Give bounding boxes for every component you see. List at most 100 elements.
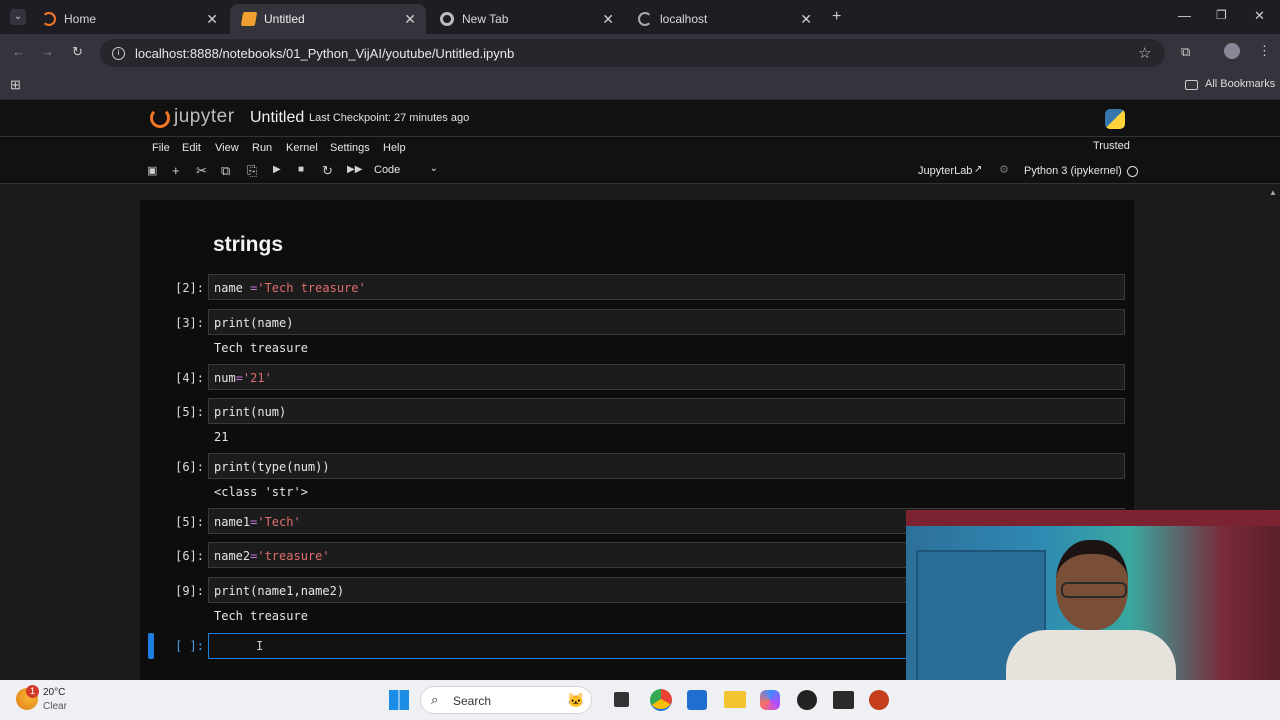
code-cell-input[interactable]: print(name) xyxy=(208,309,1125,335)
forward-arrow-icon[interactable]: → xyxy=(41,44,54,59)
python-logo-icon xyxy=(1105,109,1125,129)
cell-type-select[interactable]: Code ⌄ xyxy=(374,163,440,180)
notebook-favicon-icon xyxy=(240,12,258,26)
url-field[interactable]: i localhost:8888/notebooks/01_Python_Vij… xyxy=(100,39,1165,67)
kernel-status-circle-icon xyxy=(1127,166,1138,177)
code-cell-input[interactable]: name ='Tech treasure' xyxy=(208,274,1125,300)
cell-prompt: [9]: xyxy=(175,584,204,598)
menu-view[interactable]: View xyxy=(215,142,239,154)
scroll-up-arrow-icon[interactable]: ▲ xyxy=(1269,188,1277,197)
reload-icon[interactable]: ↻ xyxy=(72,44,83,60)
task-view-icon[interactable] xyxy=(614,692,629,707)
search-icon: ⌕ xyxy=(431,692,439,707)
weather-badge: 1 xyxy=(26,685,39,698)
paste-clipboard-icon[interactable]: ⎘ xyxy=(247,163,257,179)
jupyterlab-link[interactable]: JupyterLab xyxy=(918,165,972,177)
menu-settings[interactable]: Settings xyxy=(330,142,370,154)
jupyter-logo-text[interactable]: jupyter xyxy=(174,106,235,128)
windows-start-icon[interactable] xyxy=(389,690,409,710)
back-arrow-icon[interactable]: ← xyxy=(12,44,25,59)
code-cell-input[interactable]: print(type(num)) xyxy=(208,453,1125,479)
chrome-favicon-icon xyxy=(440,12,454,26)
chevron-down-icon: ⌄ xyxy=(429,163,438,174)
run-play-icon[interactable]: ▶ xyxy=(273,164,281,175)
profile-avatar-icon[interactable] xyxy=(1224,43,1240,59)
restore-window-icon[interactable]: ❐ xyxy=(1216,8,1227,22)
restart-kernel-icon[interactable]: ↻ xyxy=(322,163,333,179)
close-tab-icon[interactable]: ✕ xyxy=(602,11,614,28)
copilot-taskbar-icon[interactable] xyxy=(760,690,780,710)
kernel-name[interactable]: Python 3 (ipykernel) xyxy=(1024,165,1122,177)
tab-label: localhost xyxy=(660,12,708,26)
browser-tab-strip: ⌄ Home ✕ Untitled ✕ New Tab ✕ localhost … xyxy=(0,0,1280,34)
all-bookmarks-folder-icon xyxy=(1185,80,1198,90)
app-taskbar-icon[interactable] xyxy=(797,690,817,710)
cell-prompt: [5]: xyxy=(175,515,204,529)
kernel-settings-gear-icon[interactable]: ⚙ xyxy=(999,163,1009,176)
code-text: num xyxy=(214,371,236,385)
text-cursor-icon: I xyxy=(256,639,264,653)
terminal-taskbar-icon[interactable] xyxy=(833,691,854,709)
code-cell-input[interactable]: print(num) xyxy=(208,398,1125,424)
last-checkpoint: Last Checkpoint: 27 minutes ago xyxy=(309,112,470,124)
insert-cell-plus-icon[interactable]: + xyxy=(172,163,180,178)
code-text: name2 xyxy=(214,549,251,563)
file-explorer-taskbar-icon[interactable] xyxy=(724,691,746,708)
weather-temp[interactable]: 20°C xyxy=(43,687,65,698)
tab-search-chevron-icon[interactable]: ⌄ xyxy=(10,9,26,25)
powerpoint-taskbar-icon[interactable] xyxy=(869,690,889,710)
apps-grid-icon[interactable]: ⊞ xyxy=(10,77,21,93)
close-tab-icon[interactable]: ✕ xyxy=(404,11,416,28)
cell-output: Tech treasure xyxy=(214,341,308,355)
cell-prompt: [ ]: xyxy=(175,639,204,653)
cell-prompt: [3]: xyxy=(175,316,204,330)
tab-label: Home xyxy=(64,12,97,26)
code-text: print(num) xyxy=(214,405,287,419)
bookmark-star-icon[interactable]: ☆ xyxy=(1138,44,1151,62)
menu-file[interactable]: File xyxy=(152,142,170,154)
copy-icon[interactable]: ⧉ xyxy=(221,163,230,179)
stop-square-icon[interactable]: ■ xyxy=(298,164,304,175)
new-tab-plus-icon[interactable]: + xyxy=(832,8,841,26)
code-cell-input[interactable]: num='21' xyxy=(208,364,1125,390)
cell-type-value: Code xyxy=(374,164,401,176)
cell-prompt: [6]: xyxy=(175,460,204,474)
search-highlight-icon: 🐱 xyxy=(567,692,585,708)
code-string: 'Tech' xyxy=(257,515,301,529)
minimize-window-icon[interactable]: — xyxy=(1178,8,1191,23)
taskbar-search-box[interactable]: ⌕ Search 🐱 xyxy=(420,686,592,714)
jupyter-logo-icon[interactable] xyxy=(150,108,170,128)
menu-help[interactable]: Help xyxy=(383,142,406,154)
tab-new-tab[interactable]: New Tab ✕ xyxy=(428,4,624,34)
active-cell-indicator xyxy=(148,633,154,659)
close-window-icon[interactable]: ✕ xyxy=(1254,8,1265,24)
cell-output: Tech treasure xyxy=(214,609,308,623)
jupyter-favicon-icon xyxy=(42,12,56,26)
tab-home[interactable]: Home ✕ xyxy=(30,4,228,34)
cell-prompt: [6]: xyxy=(175,549,204,563)
cell-output: 21 xyxy=(214,430,229,444)
tab-untitled[interactable]: Untitled ✕ xyxy=(230,4,426,34)
cell-prompt: [4]: xyxy=(175,371,204,385)
run-all-fast-forward-icon[interactable]: ▶▶ xyxy=(347,164,362,175)
close-tab-icon[interactable]: ✕ xyxy=(800,11,812,28)
chrome-taskbar-icon[interactable] xyxy=(650,689,672,711)
menu-run[interactable]: Run xyxy=(252,142,272,154)
cell-output: <class 'str'> xyxy=(214,485,308,499)
tab-localhost[interactable]: localhost ✕ xyxy=(626,4,822,34)
menu-kernel[interactable]: Kernel xyxy=(286,142,318,154)
browser-menu-icon[interactable]: ⋮ xyxy=(1258,43,1271,59)
code-text: print(name) xyxy=(214,316,294,330)
store-taskbar-icon[interactable] xyxy=(687,690,707,710)
notebook-title[interactable]: Untitled xyxy=(250,109,304,127)
trusted-indicator[interactable]: Trusted xyxy=(1093,140,1130,152)
save-icon[interactable]: ▣ xyxy=(147,164,157,177)
tab-label: New Tab xyxy=(462,12,509,26)
menu-edit[interactable]: Edit xyxy=(182,142,201,154)
extensions-icon[interactable]: ⧉ xyxy=(1181,44,1190,60)
all-bookmarks-link[interactable]: All Bookmarks xyxy=(1205,78,1275,90)
cut-scissors-icon[interactable]: ✂ xyxy=(196,163,207,179)
close-tab-icon[interactable]: ✕ xyxy=(206,11,218,28)
site-info-icon[interactable]: i xyxy=(112,46,125,60)
webcam-wall-top xyxy=(906,510,1280,526)
